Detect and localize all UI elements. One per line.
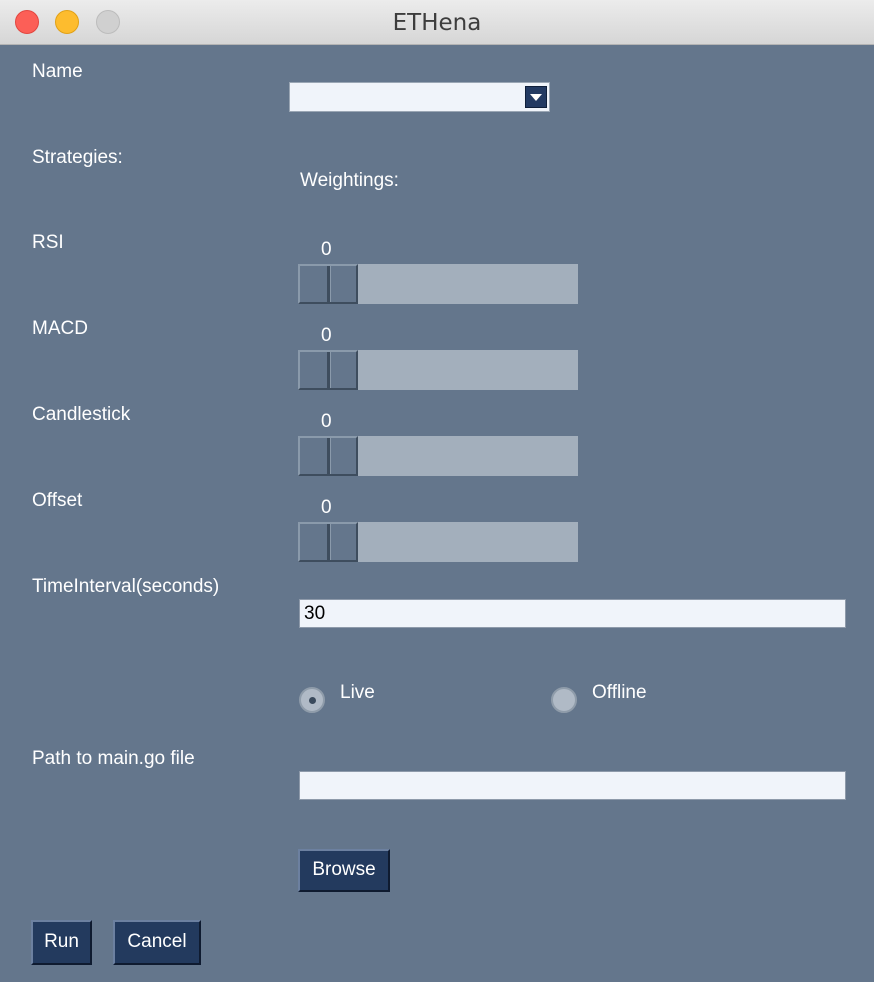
slider-handle[interactable] [298,522,358,562]
time-interval-input[interactable]: 30 [299,599,846,628]
offset-weight-value: 0 [321,497,332,518]
run-button[interactable]: Run [31,920,92,965]
cancel-button[interactable]: Cancel [113,920,201,965]
slider-handle[interactable] [298,350,358,390]
offline-radio-label[interactable]: Offline [592,682,647,704]
candlestick-weight-slider[interactable] [298,436,578,476]
app-window: ETHena Name Strategies: Weightings: RSI … [0,0,874,982]
offset-weight-slider[interactable] [298,522,578,562]
browse-button[interactable]: Browse [298,849,390,892]
title-bar: ETHena [0,0,874,45]
name-dropdown[interactable] [289,82,550,112]
macd-weight-value: 0 [321,325,332,346]
offline-radio[interactable] [551,687,577,713]
time-interval-label: TimeInterval(seconds) [32,576,220,597]
weightings-label: Weightings: [300,170,399,191]
strategies-label: Strategies: [32,147,123,168]
strategy-label-offset: Offset [32,490,83,511]
strategy-label-rsi: RSI [32,232,64,253]
path-label: Path to main.go file [32,748,195,769]
live-radio-label[interactable]: Live [340,682,375,704]
rsi-weight-value: 0 [321,239,332,260]
macd-weight-slider[interactable] [298,350,578,390]
dropdown-arrow-icon[interactable] [525,86,547,108]
candlestick-weight-value: 0 [321,411,332,432]
live-radio[interactable] [299,687,325,713]
window-title: ETHena [392,10,482,36]
strategy-label-macd: MACD [32,318,88,339]
strategy-label-candlestick: Candlestick [32,404,131,425]
rsi-weight-slider[interactable] [298,264,578,304]
slider-handle[interactable] [298,264,358,304]
path-input[interactable] [299,771,846,800]
name-label: Name [32,61,83,82]
slider-handle[interactable] [298,436,358,476]
